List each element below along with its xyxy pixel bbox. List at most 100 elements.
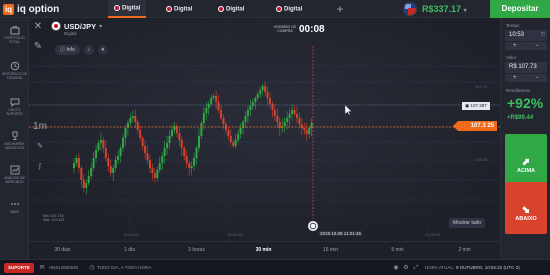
candle-body xyxy=(246,110,249,116)
trophy-icon xyxy=(12,131,17,140)
candle-body xyxy=(73,163,75,168)
wifi-icon: ◉ xyxy=(393,265,399,271)
show-all-button[interactable]: Mostrar tudo xyxy=(449,218,486,228)
sidebar-item-market-analysis[interactable]: Análise de mercado xyxy=(0,162,29,194)
plus-button[interactable]: + xyxy=(513,74,517,82)
purchase-time-label: HORÁRIO DE COMPRA xyxy=(273,25,297,33)
candle-body xyxy=(124,128,127,138)
sidebar-item-chat[interactable]: Chat e suporte xyxy=(0,94,29,126)
candle-body xyxy=(261,86,264,90)
put-button[interactable]: ⬊ ABAIXO xyxy=(505,182,547,234)
candle-body xyxy=(234,140,237,146)
deposit-button[interactable]: Depositar xyxy=(490,0,550,18)
support-button[interactable]: SUPORTE xyxy=(4,263,34,273)
candle-body xyxy=(117,156,120,160)
info-button[interactable]: ⓘ Info xyxy=(55,45,80,55)
fullscreen-icon[interactable]: ⤢ xyxy=(412,264,420,272)
expiry-time-input[interactable]: 10:53 ◷ xyxy=(505,30,547,41)
sidebar-item-label: Chat e suporte xyxy=(6,108,23,116)
expiry-marker[interactable] xyxy=(308,221,318,231)
candle-body xyxy=(171,130,173,136)
asset-name: USD/JPY xyxy=(64,21,97,31)
amount-label: Valor xyxy=(506,55,517,60)
favorite-icon[interactable]: ● xyxy=(97,45,108,55)
timeframe-15min[interactable]: 15 min xyxy=(297,242,364,259)
candle-body xyxy=(131,116,134,118)
candle-body xyxy=(188,163,191,168)
asset-tab-2[interactable]: Digital xyxy=(160,0,198,18)
candle-body xyxy=(202,113,205,123)
arrow-down-icon: ⬊ xyxy=(521,204,531,216)
asset-tab-3[interactable]: Digital xyxy=(212,0,250,18)
briefcase-icon xyxy=(10,26,19,35)
logo-text: iq option xyxy=(17,3,60,15)
candle-body xyxy=(249,106,252,110)
marked-price-tag[interactable]: ▣ 107.387 xyxy=(462,102,490,110)
candle-body xyxy=(291,110,294,114)
chat-icon xyxy=(10,98,19,107)
candle-body xyxy=(122,138,124,148)
plus-button[interactable]: + xyxy=(513,42,517,50)
candle-body xyxy=(305,130,308,134)
candle-body xyxy=(239,128,242,134)
sidebar-item-history[interactable]: Histórico de trading xyxy=(0,58,29,90)
candle-body xyxy=(237,134,240,140)
mail-icon[interactable]: ✉ xyxy=(38,264,46,272)
time-axis-label: 11:00:00 xyxy=(425,232,441,237)
sidebar-item-portfolio[interactable]: Portfólio total xyxy=(0,22,29,54)
avatar[interactable] xyxy=(403,2,417,16)
candle-body xyxy=(166,143,169,148)
candle-body xyxy=(102,140,105,148)
indicator-icon[interactable]: ∫ xyxy=(33,160,47,174)
analysis-icon xyxy=(10,165,19,175)
amount-input[interactable]: R$ 107.73 xyxy=(505,62,547,73)
candle-body xyxy=(112,168,115,173)
info-icon: ⓘ xyxy=(60,47,66,53)
info-label: Info xyxy=(66,47,75,53)
timeframe-30min[interactable]: 30 min xyxy=(230,242,297,259)
chart-area[interactable]: ✕ ✎ 1m ✎ ∫ USD/JPY ▾ Digital ⓘ Info ♪ ● … xyxy=(29,18,500,241)
clock-icon: ◷ xyxy=(89,265,95,271)
asset-tab-4[interactable]: Digital xyxy=(270,0,308,18)
timeframe-5min[interactable]: 5 min xyxy=(364,242,431,259)
price-scale-label: 107.41 xyxy=(475,84,488,89)
timeframe-3h[interactable]: 3 horas xyxy=(163,242,230,259)
candle-body xyxy=(97,143,100,150)
candle-body xyxy=(244,116,247,122)
expiry-time-tag: 2019.10.09 11:01:45 xyxy=(318,231,363,236)
add-tab-button[interactable]: + xyxy=(333,2,347,16)
asset-selector[interactable]: USD/JPY ▾ Digital xyxy=(51,21,102,36)
timeframe-1d[interactable]: 1 dia xyxy=(96,242,163,259)
current-time-value: 9 OUTUBRO, 10:52:22 (UTC-3) xyxy=(456,265,520,270)
candle-body xyxy=(158,163,161,170)
candle-body xyxy=(220,110,222,118)
bell-icon[interactable]: ♪ xyxy=(83,45,94,55)
minus-button[interactable]: − xyxy=(535,42,539,50)
draw-icon[interactable]: ✎ xyxy=(33,140,47,154)
candle-body xyxy=(109,166,112,173)
timeframe-30d[interactable]: 30 dias xyxy=(29,242,96,259)
chart-type-button[interactable]: 1m xyxy=(33,120,47,134)
pencil-icon[interactable]: ✎ xyxy=(31,40,45,54)
asset-tab-1[interactable]: Digital xyxy=(108,0,147,18)
support-availability: TODO DIA, A TODA HORA xyxy=(97,265,152,270)
timeframe-2min[interactable]: 2 min xyxy=(431,242,498,259)
flag-icon xyxy=(51,21,61,31)
candle-body xyxy=(288,114,291,118)
close-icon[interactable]: ✕ xyxy=(31,20,45,34)
time-stepper[interactable]: + − xyxy=(505,42,547,50)
balance-display[interactable]: R$337.17 ▾ xyxy=(422,0,490,18)
candle-body xyxy=(232,142,235,146)
logo[interactable]: iq iq option xyxy=(3,1,93,17)
call-button[interactable]: ⬈ ACIMA xyxy=(505,134,547,186)
candle-body xyxy=(193,158,196,166)
asset-tab-type: Digital xyxy=(226,6,245,13)
sidebar-item-more[interactable]: Mais xyxy=(0,196,29,228)
flag-icon xyxy=(218,5,224,12)
amount-stepper[interactable]: + − xyxy=(505,74,547,82)
candle-body xyxy=(259,90,262,94)
settings-icon[interactable]: ⚙ xyxy=(402,264,410,272)
sidebar-item-top-deals[interactable]: Melhores negócios xyxy=(0,128,29,160)
candle-body xyxy=(190,166,193,168)
minus-button[interactable]: − xyxy=(535,74,539,82)
